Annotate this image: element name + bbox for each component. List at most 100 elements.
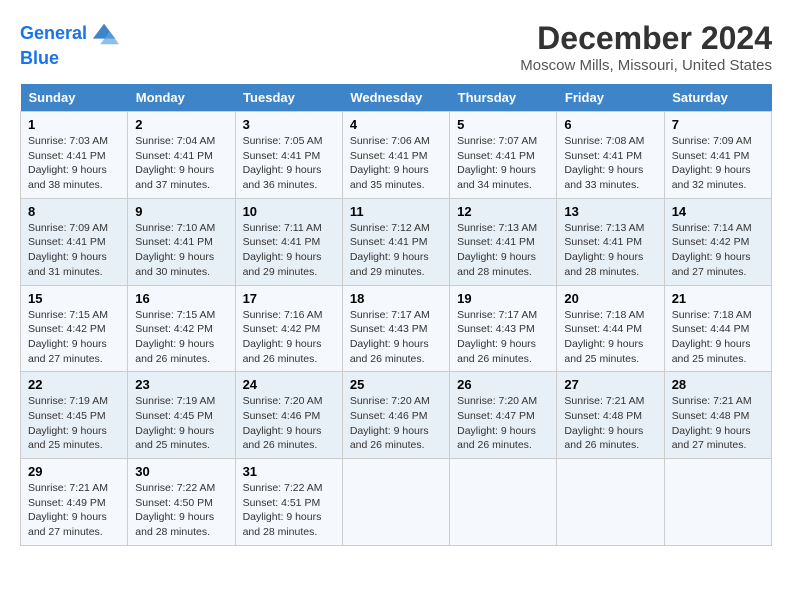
daylight-label: Daylight: 9 hoursand 26 minutes. xyxy=(350,425,429,452)
daylight-label: Daylight: 9 hoursand 26 minutes. xyxy=(350,338,429,365)
sunset-label: Sunset: 4:41 PM xyxy=(28,150,106,162)
sunset-label: Sunset: 4:46 PM xyxy=(350,410,428,422)
calendar-cell: 3 Sunrise: 7:05 AM Sunset: 4:41 PM Dayli… xyxy=(235,112,342,199)
calendar-cell: 10 Sunrise: 7:11 AM Sunset: 4:41 PM Dayl… xyxy=(235,198,342,285)
sunrise-label: Sunrise: 7:12 AM xyxy=(350,222,430,234)
month-title: December 2024 xyxy=(520,20,772,57)
sunrise-label: Sunrise: 7:11 AM xyxy=(243,222,322,234)
calendar-cell: 15 Sunrise: 7:15 AM Sunset: 4:42 PM Dayl… xyxy=(21,285,128,372)
calendar-cell: 4 Sunrise: 7:06 AM Sunset: 4:41 PM Dayli… xyxy=(342,112,449,199)
calendar-cell: 27 Sunrise: 7:21 AM Sunset: 4:48 PM Dayl… xyxy=(557,372,664,459)
day-number: 23 xyxy=(135,377,227,392)
sunset-label: Sunset: 4:44 PM xyxy=(672,323,750,335)
day-number: 30 xyxy=(135,464,227,479)
day-info: Sunrise: 7:19 AM Sunset: 4:45 PM Dayligh… xyxy=(135,394,227,453)
day-number: 5 xyxy=(457,117,549,132)
sunrise-label: Sunrise: 7:20 AM xyxy=(243,395,323,407)
calendar-week-row: 22 Sunrise: 7:19 AM Sunset: 4:45 PM Dayl… xyxy=(21,372,772,459)
calendar-cell: 13 Sunrise: 7:13 AM Sunset: 4:41 PM Dayl… xyxy=(557,198,664,285)
sunset-label: Sunset: 4:42 PM xyxy=(243,323,321,335)
day-info: Sunrise: 7:22 AM Sunset: 4:51 PM Dayligh… xyxy=(243,481,335,540)
sunset-label: Sunset: 4:41 PM xyxy=(350,150,428,162)
sunrise-label: Sunrise: 7:09 AM xyxy=(672,135,752,147)
logo-icon xyxy=(91,20,119,48)
calendar-week-row: 29 Sunrise: 7:21 AM Sunset: 4:49 PM Dayl… xyxy=(21,459,772,546)
daylight-label: Daylight: 9 hoursand 26 minutes. xyxy=(243,338,322,365)
daylight-label: Daylight: 9 hoursand 28 minutes. xyxy=(564,251,643,278)
header-wednesday: Wednesday xyxy=(342,84,449,112)
daylight-label: Daylight: 9 hoursand 26 minutes. xyxy=(243,425,322,452)
sunset-label: Sunset: 4:43 PM xyxy=(457,323,535,335)
day-number: 15 xyxy=(28,291,120,306)
sunrise-label: Sunrise: 7:17 AM xyxy=(350,309,430,321)
sunrise-label: Sunrise: 7:21 AM xyxy=(564,395,644,407)
daylight-label: Daylight: 9 hoursand 28 minutes. xyxy=(135,511,214,538)
daylight-label: Daylight: 9 hoursand 26 minutes. xyxy=(457,425,536,452)
daylight-label: Daylight: 9 hoursand 34 minutes. xyxy=(457,164,536,191)
daylight-label: Daylight: 9 hoursand 25 minutes. xyxy=(564,338,643,365)
day-number: 8 xyxy=(28,204,120,219)
calendar-header-row: Sunday Monday Tuesday Wednesday Thursday… xyxy=(21,84,772,112)
calendar-cell: 12 Sunrise: 7:13 AM Sunset: 4:41 PM Dayl… xyxy=(450,198,557,285)
day-number: 14 xyxy=(672,204,764,219)
day-number: 16 xyxy=(135,291,227,306)
sunset-label: Sunset: 4:48 PM xyxy=(564,410,642,422)
sunrise-label: Sunrise: 7:20 AM xyxy=(457,395,537,407)
day-info: Sunrise: 7:13 AM Sunset: 4:41 PM Dayligh… xyxy=(457,221,549,280)
day-info: Sunrise: 7:06 AM Sunset: 4:41 PM Dayligh… xyxy=(350,134,442,193)
sunrise-label: Sunrise: 7:22 AM xyxy=(243,482,323,494)
sunset-label: Sunset: 4:44 PM xyxy=(564,323,642,335)
day-number: 28 xyxy=(672,377,764,392)
sunrise-label: Sunrise: 7:06 AM xyxy=(350,135,430,147)
header-tuesday: Tuesday xyxy=(235,84,342,112)
day-info: Sunrise: 7:08 AM Sunset: 4:41 PM Dayligh… xyxy=(564,134,656,193)
sunset-label: Sunset: 4:41 PM xyxy=(28,236,106,248)
day-number: 20 xyxy=(564,291,656,306)
sunrise-label: Sunrise: 7:09 AM xyxy=(28,222,108,234)
daylight-label: Daylight: 9 hoursand 38 minutes. xyxy=(28,164,107,191)
sunrise-label: Sunrise: 7:13 AM xyxy=(457,222,537,234)
sunrise-label: Sunrise: 7:21 AM xyxy=(672,395,752,407)
calendar-cell: 31 Sunrise: 7:22 AM Sunset: 4:51 PM Dayl… xyxy=(235,459,342,546)
sunset-label: Sunset: 4:43 PM xyxy=(350,323,428,335)
sunrise-label: Sunrise: 7:21 AM xyxy=(28,482,108,494)
calendar-cell: 29 Sunrise: 7:21 AM Sunset: 4:49 PM Dayl… xyxy=(21,459,128,546)
calendar-cell xyxy=(664,459,771,546)
calendar-cell: 30 Sunrise: 7:22 AM Sunset: 4:50 PM Dayl… xyxy=(128,459,235,546)
sunrise-label: Sunrise: 7:04 AM xyxy=(135,135,215,147)
calendar-cell xyxy=(557,459,664,546)
calendar-cell: 18 Sunrise: 7:17 AM Sunset: 4:43 PM Dayl… xyxy=(342,285,449,372)
daylight-label: Daylight: 9 hoursand 32 minutes. xyxy=(672,164,751,191)
day-number: 2 xyxy=(135,117,227,132)
daylight-label: Daylight: 9 hoursand 28 minutes. xyxy=(243,511,322,538)
sunset-label: Sunset: 4:41 PM xyxy=(135,236,213,248)
sunset-label: Sunset: 4:46 PM xyxy=(243,410,321,422)
sunset-label: Sunset: 4:41 PM xyxy=(135,150,213,162)
calendar-cell: 14 Sunrise: 7:14 AM Sunset: 4:42 PM Dayl… xyxy=(664,198,771,285)
sunset-label: Sunset: 4:45 PM xyxy=(28,410,106,422)
sunset-label: Sunset: 4:42 PM xyxy=(135,323,213,335)
sunrise-label: Sunrise: 7:15 AM xyxy=(28,309,108,321)
day-number: 6 xyxy=(564,117,656,132)
day-number: 31 xyxy=(243,464,335,479)
day-info: Sunrise: 7:17 AM Sunset: 4:43 PM Dayligh… xyxy=(350,308,442,367)
calendar-cell: 11 Sunrise: 7:12 AM Sunset: 4:41 PM Dayl… xyxy=(342,198,449,285)
header-saturday: Saturday xyxy=(664,84,771,112)
day-info: Sunrise: 7:21 AM Sunset: 4:48 PM Dayligh… xyxy=(564,394,656,453)
day-info: Sunrise: 7:21 AM Sunset: 4:48 PM Dayligh… xyxy=(672,394,764,453)
calendar-week-row: 8 Sunrise: 7:09 AM Sunset: 4:41 PM Dayli… xyxy=(21,198,772,285)
day-number: 19 xyxy=(457,291,549,306)
daylight-label: Daylight: 9 hoursand 26 minutes. xyxy=(457,338,536,365)
logo: General Blue xyxy=(20,20,119,70)
sunset-label: Sunset: 4:48 PM xyxy=(672,410,750,422)
day-info: Sunrise: 7:16 AM Sunset: 4:42 PM Dayligh… xyxy=(243,308,335,367)
calendar-cell xyxy=(450,459,557,546)
daylight-label: Daylight: 9 hoursand 28 minutes. xyxy=(457,251,536,278)
calendar-cell: 5 Sunrise: 7:07 AM Sunset: 4:41 PM Dayli… xyxy=(450,112,557,199)
calendar-cell: 26 Sunrise: 7:20 AM Sunset: 4:47 PM Dayl… xyxy=(450,372,557,459)
sunrise-label: Sunrise: 7:07 AM xyxy=(457,135,537,147)
day-number: 13 xyxy=(564,204,656,219)
day-info: Sunrise: 7:12 AM Sunset: 4:41 PM Dayligh… xyxy=(350,221,442,280)
calendar-week-row: 1 Sunrise: 7:03 AM Sunset: 4:41 PM Dayli… xyxy=(21,112,772,199)
calendar-cell: 22 Sunrise: 7:19 AM Sunset: 4:45 PM Dayl… xyxy=(21,372,128,459)
